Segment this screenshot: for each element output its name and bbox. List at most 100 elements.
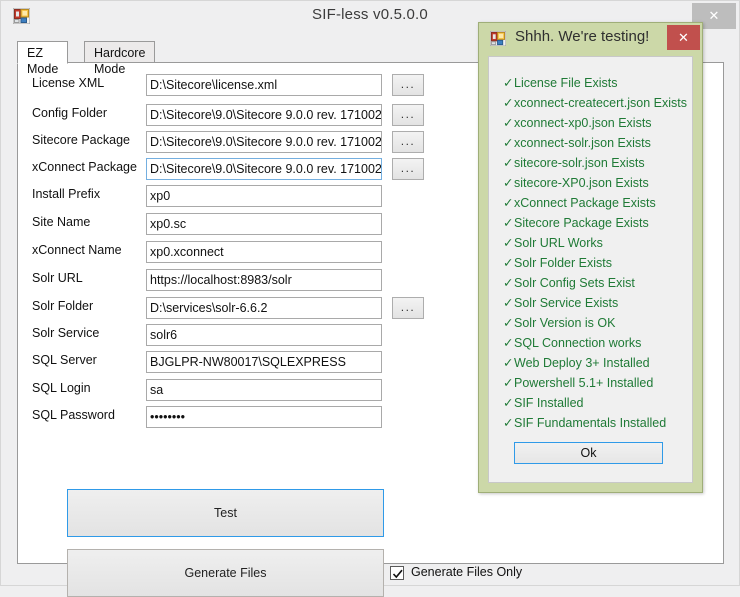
check-item: ✓Solr Version is OK — [503, 315, 615, 330]
checkmark-icon: ✓ — [503, 296, 514, 310]
field-input[interactable]: xp0.xconnect — [146, 241, 382, 263]
field-label: SQL Server — [32, 353, 97, 367]
check-item: ✓Solr Config Sets Exist — [503, 275, 635, 290]
field-input[interactable]: solr6 — [146, 324, 382, 346]
check-item: ✓Solr Service Exists — [503, 295, 618, 310]
field-label: Config Folder — [32, 106, 108, 120]
check-item-label: SIF Installed — [514, 396, 584, 410]
field-label: SQL Login — [32, 381, 91, 395]
field-input[interactable]: •••••••• — [146, 406, 382, 428]
field-label: Sitecore Package — [32, 133, 130, 147]
check-item-label: xconnect-createcert.json Exists — [514, 96, 687, 110]
checkmark-icon: ✓ — [503, 176, 514, 190]
field-label: xConnect Name — [32, 243, 122, 257]
check-item: ✓xconnect-solr.json Exists — [503, 135, 651, 150]
check-item-label: Solr Config Sets Exist — [514, 276, 635, 290]
browse-button[interactable]: ... — [392, 297, 424, 319]
generate-files-button[interactable]: Generate Files — [67, 549, 384, 597]
checkmark-icon: ✓ — [503, 156, 514, 170]
field-input[interactable]: D:\Sitecore\license.xml — [146, 74, 382, 96]
field-input[interactable]: D:\Sitecore\9.0\Sitecore 9.0.0 rev. 1710… — [146, 131, 382, 153]
tab-ez-mode[interactable]: EZ Mode — [17, 41, 69, 76]
dialog-title-bar: Shhh. We're testing! ✕ — [479, 23, 702, 54]
checkmark-icon: ✓ — [503, 116, 514, 130]
dialog-title: Shhh. We're testing! — [515, 28, 650, 45]
checkmark-icon — [392, 569, 403, 579]
check-item-label: SQL Connection works — [514, 336, 642, 350]
field-label: Solr Folder — [32, 299, 94, 313]
field-input[interactable]: xp0.sc — [146, 213, 382, 235]
field-input[interactable]: BJGLPR-NW80017\SQLEXPRESS — [146, 351, 382, 373]
field-input[interactable]: D:\Sitecore\9.0\Sitecore 9.0.0 rev. 1710… — [146, 104, 382, 126]
application-icon — [489, 30, 507, 47]
checkmark-icon: ✓ — [503, 376, 514, 390]
check-item: ✓Sitecore Package Exists — [503, 215, 649, 230]
checkmark-icon: ✓ — [503, 76, 514, 90]
check-item: ✓xconnect-xp0.json Exists — [503, 115, 652, 130]
dialog-ok-button[interactable]: Ok — [514, 442, 663, 464]
check-item-label: sitecore-solr.json Exists — [514, 156, 645, 170]
field-input[interactable]: sa — [146, 379, 382, 401]
checkmark-icon: ✓ — [503, 396, 514, 410]
check-item: ✓Solr Folder Exists — [503, 255, 612, 270]
dialog-close-button[interactable]: ✕ — [667, 25, 700, 50]
check-item: ✓Web Deploy 3+ Installed — [503, 355, 650, 370]
check-item: ✓xConnect Package Exists — [503, 195, 656, 210]
check-item: ✓License File Exists — [503, 75, 618, 90]
application-window: SIF-less v0.5.0.0 ✕ EZ Mode Hardcore Mod… — [0, 0, 740, 597]
check-item: ✓sitecore-solr.json Exists — [503, 155, 645, 170]
browse-button[interactable]: ... — [392, 131, 424, 153]
check-item-label: Web Deploy 3+ Installed — [514, 356, 650, 370]
testing-dialog: Shhh. We're testing! ✕ ✓License File Exi… — [478, 22, 703, 493]
check-item-label: Powershell 5.1+ Installed — [514, 376, 654, 390]
checkmark-icon: ✓ — [503, 316, 514, 330]
check-item: ✓SIF Fundamentals Installed — [503, 415, 666, 430]
browse-button[interactable]: ... — [392, 104, 424, 126]
generate-files-only-label: Generate Files Only — [411, 565, 523, 579]
checkmark-icon: ✓ — [503, 276, 514, 290]
field-label: License XML — [32, 76, 105, 90]
checkmark-icon: ✓ — [503, 96, 514, 110]
check-item: ✓xconnect-createcert.json Exists — [503, 95, 687, 110]
check-item-label: Solr Service Exists — [514, 296, 619, 310]
browse-button[interactable]: ... — [392, 74, 424, 96]
checkmark-icon: ✓ — [503, 136, 514, 150]
check-item-label: Solr URL Works — [514, 236, 603, 250]
checkmark-icon: ✓ — [503, 236, 514, 250]
field-label: Solr Service — [32, 326, 100, 340]
checkmark-icon: ✓ — [503, 256, 514, 270]
check-item-label: SIF Fundamentals Installed — [514, 416, 667, 430]
field-input[interactable]: D:\services\solr-6.6.2 — [146, 297, 382, 319]
checkbox-box[interactable] — [390, 566, 404, 580]
check-item-label: xconnect-xp0.json Exists — [514, 116, 652, 130]
check-item-label: sitecore-XP0.json Exists — [514, 176, 649, 190]
tab-hardcore-mode[interactable]: Hardcore Mode — [84, 41, 156, 76]
checkmark-icon: ✓ — [503, 216, 514, 230]
check-item-label: xConnect Package Exists — [514, 196, 656, 210]
check-item-label: Sitecore Package Exists — [514, 216, 649, 230]
check-item: ✓Powershell 5.1+ Installed — [503, 375, 653, 390]
checkmark-icon: ✓ — [503, 196, 514, 210]
window-title: SIF-less v0.5.0.0 — [312, 6, 428, 23]
check-item: ✓SIF Installed — [503, 395, 583, 410]
browse-button[interactable]: ... — [392, 158, 424, 180]
field-label: Site Name — [32, 215, 91, 229]
field-input[interactable]: xp0 — [146, 185, 382, 207]
checkmark-icon: ✓ — [503, 336, 514, 350]
test-button[interactable]: Test — [67, 489, 384, 537]
checkmark-icon: ✓ — [503, 356, 514, 370]
field-label: Install Prefix — [32, 187, 101, 201]
field-label: Solr URL — [32, 271, 83, 285]
check-item-label: License File Exists — [514, 76, 618, 90]
field-input[interactable]: https://localhost:8983/solr — [146, 269, 382, 291]
check-item-label: xconnect-solr.json Exists — [514, 136, 651, 150]
field-label: xConnect Package — [32, 160, 137, 174]
field-label: SQL Password — [32, 408, 115, 422]
check-item: ✓sitecore-XP0.json Exists — [503, 175, 649, 190]
field-input[interactable]: D:\Sitecore\9.0\Sitecore 9.0.0 rev. 1710… — [146, 158, 382, 180]
dialog-body: ✓License File Exists ✓xconnect-createcert… — [488, 56, 693, 483]
check-item: ✓SQL Connection works — [503, 335, 641, 350]
check-item-label: Solr Folder Exists — [514, 256, 612, 270]
check-item: ✓Solr URL Works — [503, 235, 603, 250]
check-item-label: Solr Version is OK — [514, 316, 616, 330]
